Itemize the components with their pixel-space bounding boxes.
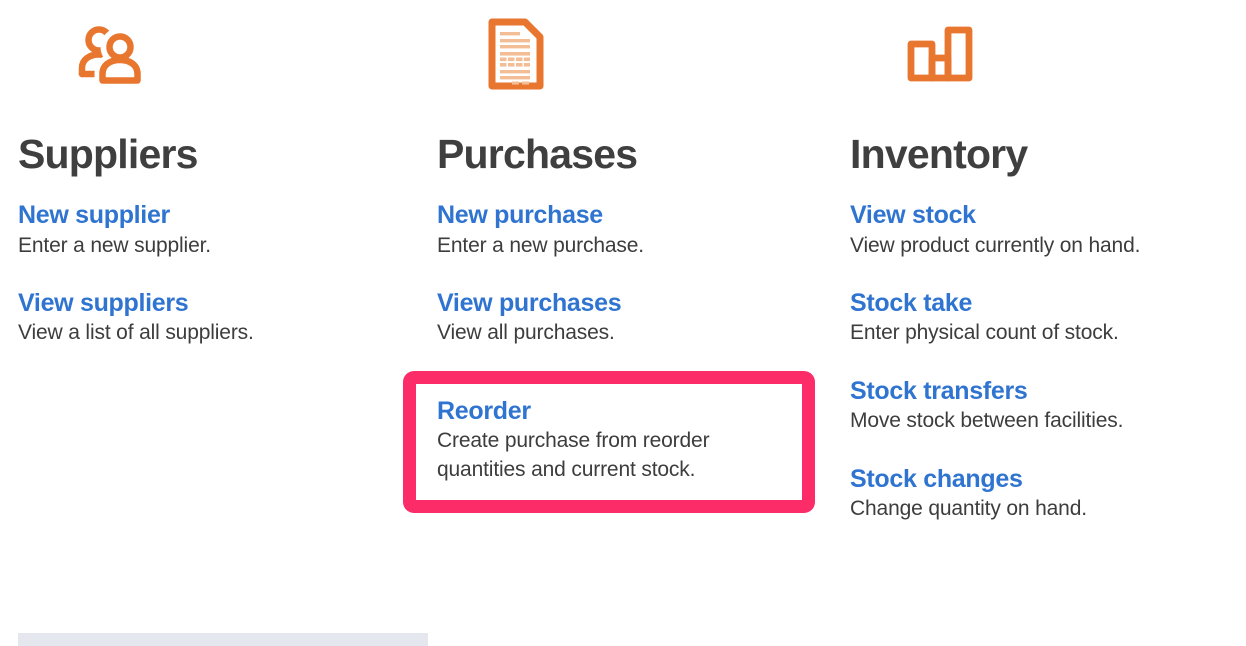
description-new-supplier: Enter a new supplier. [18, 233, 211, 257]
link-list-purchases: New purchase Enter a new purchase. View … [403, 175, 837, 513]
link-reorder[interactable]: Reorder [437, 397, 531, 427]
link-stock-changes[interactable]: Stock changes [850, 465, 1023, 495]
description-stock-take: Enter physical count of stock. [850, 321, 1119, 345]
shortcut-view-suppliers[interactable]: View suppliers View a list of all suppli… [18, 289, 418, 348]
shortcut-new-supplier[interactable]: New supplier Enter a new supplier. [18, 201, 418, 260]
description-stock-changes: Change quantity on hand. [850, 497, 1087, 521]
shortcut-view-stock[interactable]: View stock View product currently on han… [850, 201, 1246, 260]
section-title-suppliers: Suppliers [18, 131, 198, 177]
column-suppliers: Suppliers New supplier Enter a new suppl… [18, 0, 418, 348]
link-new-supplier[interactable]: New supplier [18, 201, 170, 231]
shortcut-view-purchases[interactable]: View purchases View all purchases. [437, 289, 837, 348]
section-title-purchases: Purchases [437, 131, 638, 177]
link-view-purchases[interactable]: View purchases [437, 289, 622, 319]
description-reorder: Create purchase from reorder quantities … [437, 429, 710, 481]
description-view-stock: View product currently on hand. [850, 233, 1141, 257]
link-list-suppliers: New supplier Enter a new supplier. View … [18, 175, 418, 348]
link-view-stock[interactable]: View stock [850, 201, 976, 231]
link-new-purchase[interactable]: New purchase [437, 201, 603, 231]
description-view-suppliers: View a list of all suppliers. [18, 321, 254, 345]
link-view-suppliers[interactable]: View suppliers [18, 289, 189, 319]
section-title-inventory: Inventory [850, 131, 1028, 177]
bar-chart-icon [850, 0, 1246, 100]
column-inventory: Inventory View stock View product curren… [850, 0, 1246, 523]
description-new-purchase: Enter a new purchase. [437, 233, 644, 257]
shortcut-new-purchase[interactable]: New purchase Enter a new purchase. [437, 201, 837, 260]
invoice-document-icon [437, 0, 837, 100]
people-icon [18, 0, 418, 100]
link-stock-transfers[interactable]: Stock transfers [850, 377, 1028, 407]
description-view-purchases: View all purchases. [437, 321, 615, 345]
link-list-inventory: View stock View product currently on han… [850, 175, 1246, 523]
shortcut-stock-changes[interactable]: Stock changes Change quantity on hand. [850, 465, 1246, 524]
link-stock-take[interactable]: Stock take [850, 289, 972, 319]
column-purchases: Purchases New purchase Enter a new purch… [403, 0, 837, 513]
shortcut-stock-transfers[interactable]: Stock transfers Move stock between facil… [850, 377, 1246, 436]
dashboard-shortcut-panel: Suppliers New supplier Enter a new suppl… [0, 0, 1246, 646]
shortcut-reorder-highlighted[interactable]: Reorder Create purchase from reorder qua… [403, 370, 815, 513]
bottom-panel-edge [18, 633, 428, 646]
shortcut-stock-take[interactable]: Stock take Enter physical count of stock… [850, 289, 1246, 348]
description-stock-transfers: Move stock between facilities. [850, 409, 1124, 433]
